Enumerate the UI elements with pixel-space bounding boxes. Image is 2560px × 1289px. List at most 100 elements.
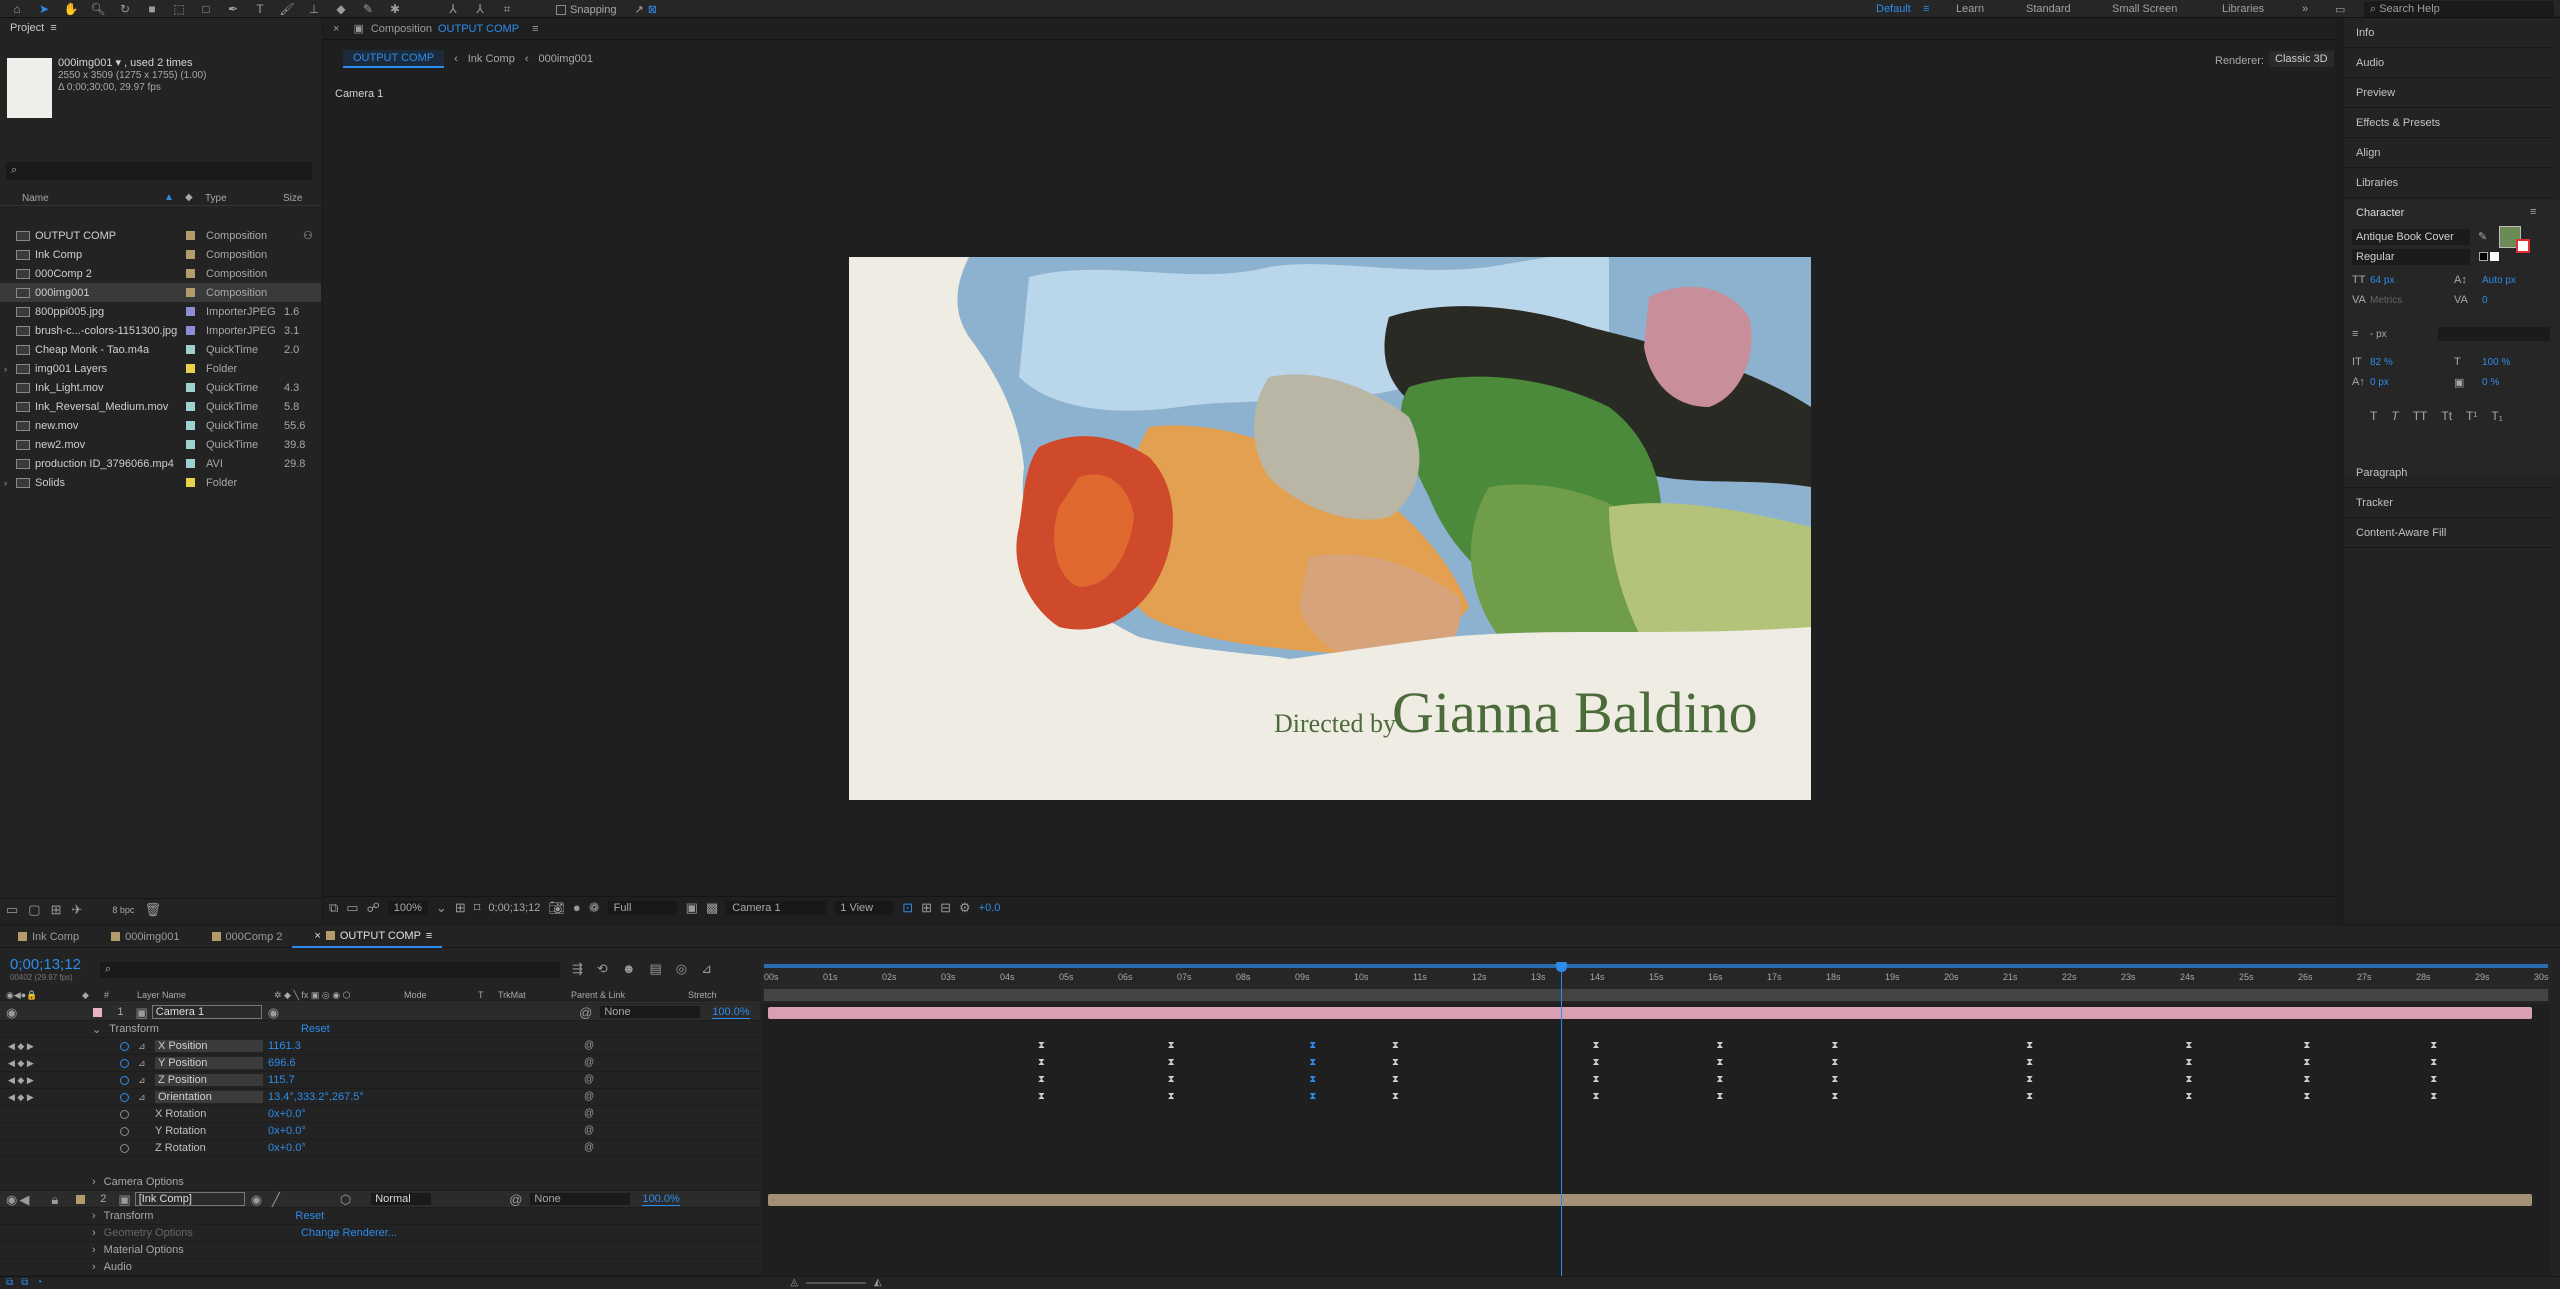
keyframe-navigator-icon[interactable]: ◀ ◆ ▶ bbox=[8, 1075, 34, 1086]
graph-icon[interactable]: ⊿ bbox=[138, 1092, 146, 1103]
lock-icon[interactable]: ▣ bbox=[349, 22, 367, 35]
current-time-indicator[interactable] bbox=[1555, 962, 1567, 1277]
tsume-value[interactable]: 0 % bbox=[2482, 377, 2499, 388]
snapping-box[interactable] bbox=[556, 4, 566, 15]
property-row[interactable]: ◀ ◆ ▶ ⊿ Y Position 696.6 @ bbox=[0, 1055, 760, 1072]
project-item[interactable]: 000img001 Composition bbox=[0, 283, 321, 302]
keyframe[interactable]: ⧗ bbox=[1391, 1092, 1399, 1102]
keyframe[interactable]: ⧗ bbox=[1592, 1041, 1600, 1051]
layer-name[interactable]: Camera 1 bbox=[151, 1005, 262, 1019]
item-label-swatch[interactable] bbox=[186, 421, 195, 430]
reset-transform-link[interactable]: Reset bbox=[301, 1023, 330, 1035]
font-style-select[interactable]: Regular bbox=[2352, 249, 2470, 265]
quality-icon[interactable]: ╱ bbox=[272, 1193, 280, 1206]
bpc-label[interactable]: 8 bpc bbox=[112, 905, 134, 915]
graph-icon[interactable]: ⊿ bbox=[138, 1058, 146, 1069]
grid-icon[interactable]: ⊞ bbox=[455, 901, 466, 914]
safe-zone-icon[interactable]: ☍ bbox=[367, 901, 380, 914]
audio-icon[interactable]: ◀ bbox=[19, 1193, 29, 1206]
pickwhip-icon[interactable]: @ bbox=[579, 1006, 592, 1019]
expand-chevron-icon[interactable]: › bbox=[92, 1210, 96, 1222]
property-row[interactable]: X Rotation 0x+0.0° @ bbox=[0, 1106, 760, 1123]
fast-preview-icon[interactable]: ⊞ bbox=[921, 901, 932, 914]
close-icon[interactable]: × bbox=[314, 930, 320, 942]
col-type[interactable]: Type bbox=[205, 193, 227, 204]
stopwatch-icon[interactable] bbox=[120, 1092, 129, 1102]
keyframe[interactable]: ⧗ bbox=[1167, 1041, 1175, 1051]
workspace-small-screen[interactable]: Small Screen bbox=[2112, 3, 2177, 15]
tab-output-comp[interactable]: × OUTPUT COMP ≡ bbox=[292, 926, 443, 948]
expand-chevron-icon[interactable]: › bbox=[4, 478, 7, 488]
adjust-icon[interactable]: ✈ bbox=[72, 903, 83, 916]
stroke-type-select[interactable] bbox=[2438, 327, 2550, 341]
keyframe[interactable]: ⧗ bbox=[1716, 1092, 1724, 1102]
layer-row-camera[interactable]: ◉ 1 ▣ Camera 1 ◉ @ None 100.0% bbox=[0, 1004, 760, 1021]
panel-preview[interactable]: Preview bbox=[2344, 78, 2552, 108]
tracking-value[interactable]: 0 bbox=[2482, 295, 2488, 306]
item-label-swatch[interactable] bbox=[186, 478, 195, 487]
keyframe[interactable]: ⧗ bbox=[2026, 1058, 2034, 1068]
property-value[interactable]: 1161.3 bbox=[268, 1040, 301, 1052]
item-label-swatch[interactable] bbox=[186, 345, 195, 354]
eraser-tool-icon[interactable]: ◆ bbox=[332, 1, 350, 17]
font-size-value[interactable]: 64 px bbox=[2370, 275, 2394, 286]
puppet-tool-icon[interactable]: ✱ bbox=[386, 1, 404, 17]
panel-align[interactable]: Align bbox=[2344, 138, 2552, 168]
workspace-menu-icon[interactable]: ≡ bbox=[1923, 3, 1929, 15]
eyedropper-icon[interactable]: ✎ bbox=[2478, 230, 2487, 243]
layer-label-swatch[interactable] bbox=[76, 1194, 86, 1204]
time-ruler[interactable]: 00s 01s 02s 03s 04s 05s 06s 07s 08s 09s 10s 11s 12s 1… bbox=[762, 962, 2550, 1002]
col-parent[interactable]: Parent & Link bbox=[571, 990, 625, 1000]
collapse-icon[interactable]: ◉ bbox=[268, 1006, 279, 1019]
project-search-field[interactable]: ⌕ bbox=[6, 162, 312, 180]
breadcrumb-output-comp[interactable]: OUTPUT COMP bbox=[343, 50, 445, 68]
frame-blend-icon[interactable]: ▤ bbox=[650, 962, 662, 975]
col-mode[interactable]: Mode bbox=[404, 990, 427, 1000]
frame-render-icon[interactable]: ⧉ bbox=[21, 1278, 28, 1288]
zoom-tool-icon[interactable]: 🔍︎ bbox=[89, 1, 107, 17]
layer-parent-select[interactable]: None bbox=[600, 1006, 701, 1018]
snapping-checkbox[interactable]: Snapping ↗ ⊠ bbox=[556, 3, 657, 16]
show-snapshot-icon[interactable]: ● bbox=[573, 901, 581, 914]
graph-editor-icon[interactable]: ⊿ bbox=[701, 962, 712, 975]
timeline-timecode[interactable]: 0;00;13;12 bbox=[10, 956, 81, 973]
breadcrumb-ink-comp[interactable]: Ink Comp bbox=[468, 53, 515, 65]
stopwatch-icon[interactable] bbox=[120, 1126, 129, 1136]
expand-chevron-icon[interactable]: › bbox=[92, 1227, 96, 1239]
mask-icon[interactable]: ▭ bbox=[346, 901, 358, 914]
material-options-row[interactable]: › Material Options bbox=[0, 1242, 760, 1259]
hand-tool-icon[interactable]: ✋ bbox=[62, 1, 80, 17]
panel-info[interactable]: Info bbox=[2344, 18, 2552, 48]
motion-blur-icon[interactable]: ◎ bbox=[676, 962, 687, 975]
renderer-button[interactable]: Classic 3D bbox=[2269, 51, 2334, 67]
panel-menu-icon[interactable]: ≡ bbox=[522, 23, 548, 35]
keyframe[interactable]: ⧗ bbox=[1309, 1092, 1317, 1102]
stroke-color-swatch[interactable] bbox=[2516, 239, 2530, 253]
comp-mini-flowchart-icon[interactable]: ⇶ bbox=[572, 962, 583, 975]
screen-icon[interactable]: ▭ bbox=[2335, 3, 2345, 16]
panel-content-aware-fill[interactable]: Content-Aware Fill bbox=[2344, 518, 2552, 548]
black-swatch[interactable] bbox=[2479, 252, 2488, 261]
tab-000comp2[interactable]: 000Comp 2 bbox=[190, 931, 293, 943]
clone-tool-icon[interactable]: ⊥ bbox=[305, 1, 323, 17]
graph-icon[interactable]: ⊿ bbox=[138, 1075, 146, 1086]
comp-timecode[interactable]: 0;00;13;12 bbox=[488, 902, 540, 914]
layer-parent-select[interactable]: None bbox=[530, 1193, 631, 1205]
pickwhip-icon[interactable]: @ bbox=[584, 1092, 594, 1102]
pickwhip-icon[interactable]: @ bbox=[584, 1143, 594, 1153]
project-item[interactable]: › img001 Layers Folder bbox=[0, 359, 321, 378]
property-value[interactable]: 0x+0.0° bbox=[268, 1142, 306, 1154]
project-item[interactable]: Cheap Monk - Tao.m4a QuickTime 2.0 bbox=[0, 340, 321, 359]
graph-icon[interactable]: ⊿ bbox=[138, 1041, 146, 1052]
preview-icon[interactable]: ⧉ bbox=[329, 901, 338, 914]
item-label-swatch[interactable] bbox=[186, 231, 195, 240]
keyframe[interactable]: ⧗ bbox=[1037, 1058, 1045, 1068]
project-item[interactable]: Ink Comp Composition bbox=[0, 245, 321, 264]
resolution-select[interactable]: Full bbox=[607, 900, 678, 915]
in-out-icon[interactable]: ◔ bbox=[36, 1278, 42, 1288]
project-item[interactable]: new2.mov QuickTime 39.8 bbox=[0, 435, 321, 454]
item-label-swatch[interactable] bbox=[186, 364, 195, 373]
property-row[interactable]: Z Rotation 0x+0.0° @ bbox=[0, 1140, 760, 1157]
roi-icon[interactable]: ▣ bbox=[686, 901, 698, 914]
timeline-icon[interactable]: ⊟ bbox=[940, 901, 951, 914]
